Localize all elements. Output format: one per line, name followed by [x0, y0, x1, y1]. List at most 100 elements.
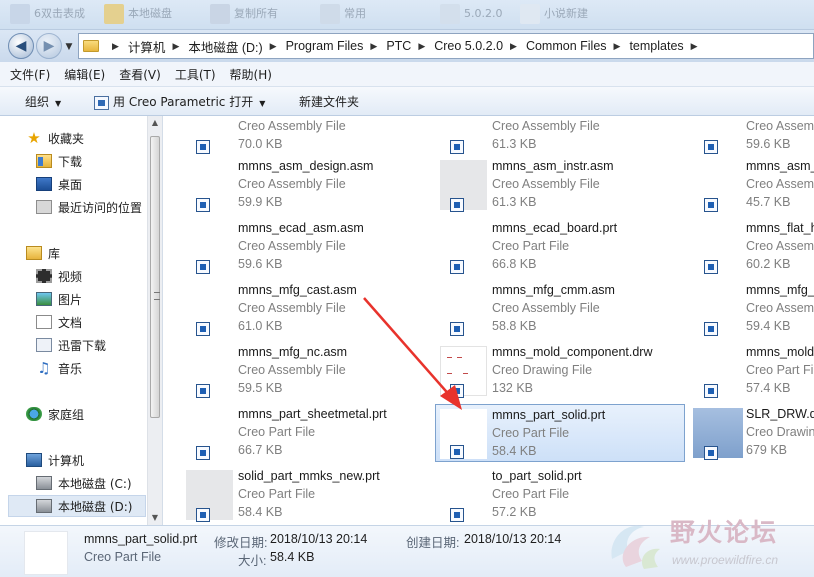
file-size: 57.2 KB: [492, 505, 537, 519]
breadcrumb-drive-d[interactable]: 本地磁盘 (D:): [188, 37, 262, 56]
file-item[interactable]: mmns_asm_instr.asm Creo Assembly File 61…: [418, 156, 668, 214]
nav-favorites[interactable]: ★ 收藏夹: [26, 127, 162, 149]
file-item[interactable]: Creo Assem 59.6 KB: [672, 116, 814, 156]
homegroup-icon: [26, 407, 42, 421]
detail-size-value: 58.4 KB: [270, 550, 315, 564]
ribbon-item[interactable]: 复制所有: [210, 4, 278, 26]
nav-pictures[interactable]: 图片: [36, 288, 162, 310]
ribbon-item[interactable]: 小说新建: [520, 4, 588, 26]
chevron-right-icon[interactable]: ▶: [418, 41, 425, 52]
nav-recent[interactable]: 最近访问的位置: [36, 196, 162, 218]
file-item[interactable]: mmns_mfg_ Creo Assem 59.4 KB: [672, 280, 814, 338]
nav-label: 文档: [58, 315, 83, 330]
chevron-right-icon[interactable]: ▶: [691, 41, 698, 52]
detail-modified-label: 修改日期:: [214, 536, 268, 550]
file-size: 58.4 KB: [492, 444, 537, 458]
menu-view[interactable]: 查看(V): [119, 66, 161, 83]
arrow-right-icon: ▶: [43, 38, 55, 54]
back-button[interactable]: ◀: [8, 33, 34, 59]
file-item[interactable]: mmns_part_sheetmetal.prt Creo Part File …: [164, 404, 414, 462]
file-name: to_part_solid.prt: [492, 469, 582, 483]
nav-videos[interactable]: 视频: [36, 265, 162, 287]
nav-xunlei[interactable]: 迅雷下载: [36, 334, 162, 356]
file-size: 45.7 KB: [746, 195, 791, 209]
ribbon-item[interactable]: 常用: [320, 4, 366, 26]
scroll-down-icon[interactable]: ▼: [148, 511, 162, 525]
breadcrumb-common-files[interactable]: Common Files: [526, 39, 607, 53]
file-item[interactable]: mmns_mfg_nc.asm Creo Assembly File 59.5 …: [164, 342, 414, 400]
file-size: 59.6 KB: [746, 137, 791, 151]
menu-help[interactable]: 帮助(H): [230, 66, 272, 83]
menu-tools[interactable]: 工具(T): [175, 66, 216, 83]
file-item-selected[interactable]: mmns_part_solid.prt Creo Part File 58.4 …: [435, 404, 685, 462]
breadcrumb-ptc[interactable]: PTC: [386, 39, 411, 53]
nav-drive-d[interactable]: 本地磁盘 (D:): [8, 495, 146, 517]
file-item[interactable]: mmns_mfg_cast.asm Creo Assembly File 61.…: [164, 280, 414, 338]
breadcrumb-creo[interactable]: Creo 5.0.2.0: [434, 39, 503, 53]
file-item[interactable]: mmns_ecad_asm.asm Creo Assembly File 59.…: [164, 218, 414, 276]
folder-icon: [83, 40, 99, 52]
grip-icon: [154, 292, 160, 300]
organize-button[interactable]: 组织 ▼: [25, 93, 61, 110]
file-item[interactable]: mmns_asm_ Creo Assem 45.7 KB: [672, 156, 814, 214]
detail-file-type: Creo Part File: [84, 550, 162, 564]
file-item[interactable]: mmns_mold Creo Part Fi 57.4 KB: [672, 342, 814, 400]
open-with-button[interactable]: 用 Creo Parametric 打开 ▼: [94, 93, 265, 110]
nav-label: 视频: [58, 269, 83, 284]
new-folder-button[interactable]: 新建文件夹: [299, 93, 359, 110]
file-name: SLR_DRW.dr: [746, 407, 814, 421]
nav-drive-c[interactable]: 本地磁盘 (C:): [36, 472, 162, 494]
file-item[interactable]: mmns_ecad_board.prt Creo Part File 66.8 …: [418, 218, 668, 276]
ribbon-item[interactable]: 5.0.2.0: [440, 4, 502, 26]
nav-computer[interactable]: 计算机: [26, 449, 162, 471]
nav-libraries[interactable]: 库: [26, 242, 162, 264]
detail-created-value: 2018/10/13 20:14: [464, 532, 562, 546]
breadcrumb-program-files[interactable]: Program Files: [286, 39, 364, 53]
nav-downloads[interactable]: 下载: [36, 150, 162, 172]
nav-scrollbar[interactable]: ▲ ▼: [147, 116, 162, 525]
organize-label: 组织: [25, 95, 50, 109]
chevron-right-icon[interactable]: ▶: [614, 41, 621, 52]
file-item[interactable]: mmns_flat_h Creo Assem 60.2 KB: [672, 218, 814, 276]
chevron-right-icon[interactable]: ▶: [370, 41, 377, 52]
file-item[interactable]: Creo Assembly File 70.0 KB: [164, 116, 414, 156]
recent-pages-dropdown[interactable]: ▼: [62, 40, 76, 54]
menu-edit[interactable]: 编辑(E): [64, 66, 105, 83]
forward-button[interactable]: ▶: [36, 33, 62, 59]
nav-label: 音乐: [58, 361, 83, 376]
chevron-right-icon[interactable]: ▶: [172, 41, 179, 52]
file-size: 66.7 KB: [238, 443, 283, 457]
scrollbar-thumb[interactable]: [150, 136, 160, 418]
scroll-up-icon[interactable]: ▲: [148, 116, 162, 130]
nav-homegroup[interactable]: 家庭组: [26, 403, 162, 425]
chevron-right-icon[interactable]: ▶: [510, 41, 517, 52]
menu-file[interactable]: 文件(F): [10, 66, 50, 83]
file-item[interactable]: mmns_asm_design.asm Creo Assembly File 5…: [164, 156, 414, 214]
file-item[interactable]: Creo Assembly File 61.3 KB: [418, 116, 668, 156]
ribbon-item[interactable]: 本地磁盘: [104, 4, 172, 26]
file-name: mmns_asm_: [746, 159, 814, 173]
file-item[interactable]: SLR_DRW.dr Creo Drawin 679 KB: [672, 404, 814, 462]
creo-file-icon: [196, 384, 210, 398]
breadcrumb-computer[interactable]: 计算机: [128, 37, 166, 56]
address-bar[interactable]: ▶ 计算机 ▶ 本地磁盘 (D:) ▶ Program Files ▶ PTC ▶ Cr…: [78, 33, 814, 59]
file-item[interactable]: mmns_mold_component.drw Creo Drawing Fil…: [418, 342, 668, 400]
nav-documents[interactable]: 文档: [36, 311, 162, 333]
breadcrumb-templates[interactable]: templates: [629, 39, 683, 53]
file-item[interactable]: mmns_mfg_cmm.asm Creo Assembly File 58.8…: [418, 280, 668, 338]
file-type: Creo Part File: [238, 425, 316, 439]
nav-desktop[interactable]: 桌面: [36, 173, 162, 195]
file-item[interactable]: solid_part_mmks_new.prt Creo Part File 5…: [164, 466, 414, 524]
library-icon: [26, 246, 42, 260]
creo-file-icon: [450, 322, 464, 336]
chevron-right-icon[interactable]: ▶: [112, 41, 119, 52]
file-name: mmns_mfg_: [746, 283, 814, 297]
file-size: 61.3 KB: [492, 195, 537, 209]
chevron-right-icon[interactable]: ▶: [270, 41, 277, 52]
nav-label: 本地磁盘 (C:): [58, 476, 132, 491]
nav-music[interactable]: ♫ 音乐: [36, 357, 162, 379]
ribbon-item[interactable]: 6双击表成: [10, 4, 85, 26]
file-list[interactable]: Creo Assembly File 70.0 KB mmns_asm_desi…: [164, 116, 814, 525]
creo-file-icon: [196, 508, 210, 522]
nav-label: 迅雷下载: [58, 338, 107, 353]
